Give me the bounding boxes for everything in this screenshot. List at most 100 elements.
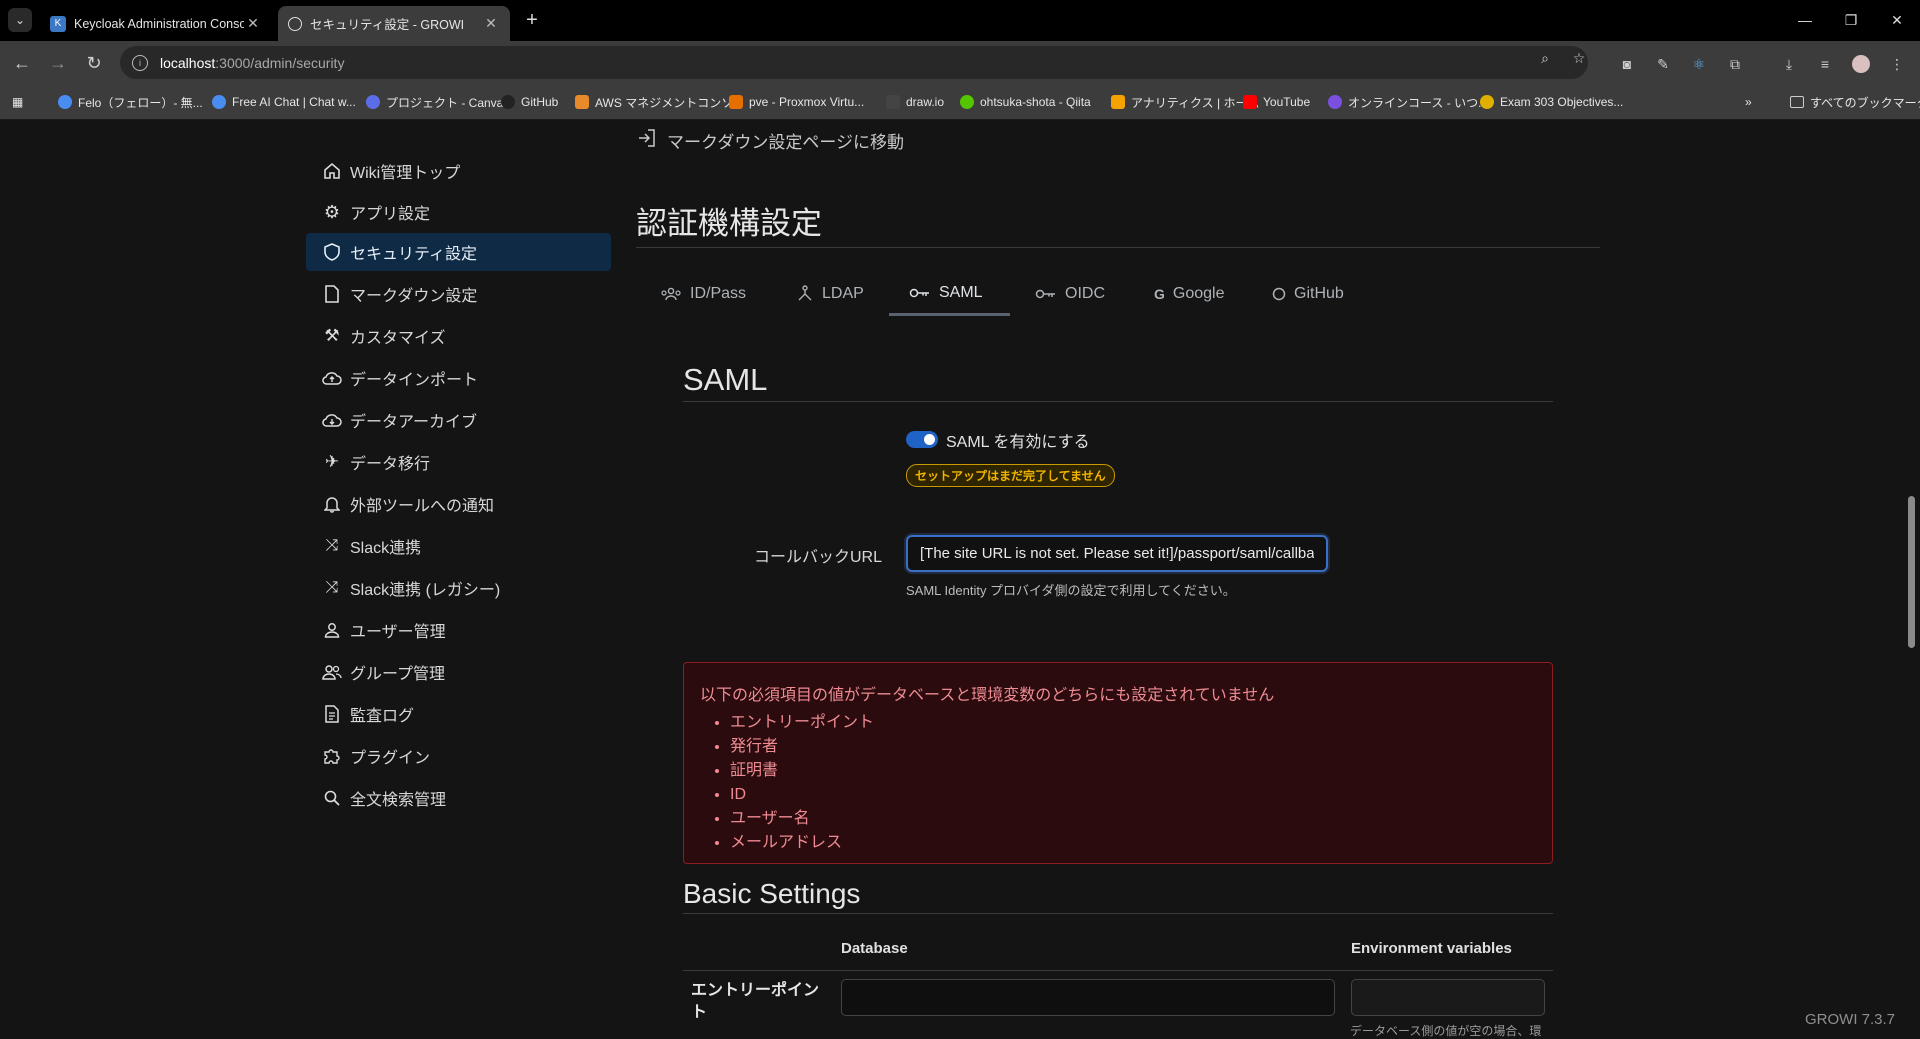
key-icon [909, 287, 931, 299]
tab-ldap[interactable]: LDAP [776, 272, 884, 316]
growi-version: GROWI 7.3.7 [1805, 1011, 1896, 1028]
bookmark-analytics[interactable]: アナリティクス | ホーム [1111, 93, 1259, 111]
callback-url-input[interactable] [906, 535, 1328, 572]
sidebar-item-data-migration[interactable]: ✈ データ移行 [306, 444, 611, 480]
tab-github[interactable]: GitHub [1252, 272, 1364, 316]
back-button[interactable]: ← [8, 49, 36, 77]
list-item: 発行者 [730, 735, 1536, 759]
sidebar-item-notification[interactable]: 外部ツールへの通知 [306, 486, 611, 522]
markdown-settings-link[interactable]: マークダウン設定ページに移動 [637, 128, 904, 152]
sidebar-item-security[interactable]: セキュリティ設定 [306, 233, 611, 271]
tab-label: GitHub [1294, 285, 1344, 302]
all-bookmarks-folder[interactable]: すべてのブックマーク [1790, 93, 1920, 111]
close-icon[interactable]: ✕ [482, 15, 500, 32]
bookmark-github[interactable]: GitHub [501, 93, 558, 111]
bookmark-qiita[interactable]: ohtsuka-shota - Qiita [960, 93, 1091, 111]
sidebar-item-customize[interactable]: ⚒ カスタマイズ [306, 318, 611, 354]
bookmark-favicon-icon [1480, 95, 1494, 109]
download-icon[interactable]: ⤓ [1779, 54, 1799, 74]
bookmark-felo[interactable]: Felo（フェロー）- 無... [58, 93, 203, 111]
tab-label: OIDC [1065, 285, 1105, 302]
entry-point-env-input [1351, 979, 1545, 1016]
tab-id-pass[interactable]: ID/Pass [640, 272, 766, 316]
entry-point-db-input[interactable] [841, 979, 1335, 1016]
bookmark-favicon-icon [1328, 95, 1342, 109]
extensions-icon[interactable]: ⧉ [1725, 54, 1745, 74]
profile-avatar[interactable] [1851, 54, 1871, 74]
missing-settings-alert: 以下の必須項目の値がデータベースと環境変数のどちらにも設定されていません エント… [683, 662, 1553, 864]
reload-button[interactable]: ↻ [80, 49, 108, 77]
eyedropper-icon[interactable]: ✎ [1653, 54, 1673, 74]
alert-message: 以下の必須項目の値がデータベースと環境変数のどちらにも設定されていません [700, 687, 1275, 704]
minimize-button[interactable]: — [1790, 8, 1820, 32]
divider [683, 913, 1553, 914]
sidebar-item-label: データアーカイブ [350, 414, 478, 431]
bookmark-exam303[interactable]: Exam 303 Objectives... [1480, 93, 1623, 111]
sidebar-item-wiki-top[interactable]: Wiki管理トップ [306, 153, 611, 189]
github-icon [1272, 287, 1286, 301]
restore-button[interactable]: ❐ [1836, 8, 1866, 32]
sidebar-item-audit-log[interactable]: 監査ログ [306, 696, 611, 732]
sidebar-item-slack-legacy[interactable]: ⤨ Slack連携 (レガシー) [306, 570, 611, 606]
list-item: ユーザー名 [730, 807, 1536, 831]
bookmark-freeaichat[interactable]: Free AI Chat | Chat w... [212, 93, 356, 111]
close-icon[interactable]: ✕ [244, 15, 262, 32]
bookmarks-overflow-icon[interactable]: » [1745, 93, 1752, 111]
divider [683, 970, 1553, 971]
entry-point-label: エントリーポイント [691, 982, 820, 1021]
react-devtools-icon[interactable]: ⚛ [1689, 54, 1709, 74]
sidebar-item-label: 外部ツールへの通知 [350, 498, 495, 515]
sidebar-item-fulltext-search[interactable]: 全文検索管理 [306, 780, 611, 816]
browser-tabstrip: ⌄ K Keycloak Administration Console ✕ セキ… [0, 0, 1920, 41]
sidebar-item-markdown[interactable]: マークダウン設定 [306, 276, 611, 312]
bookmark-star-icon[interactable]: ☆ [1570, 49, 1588, 67]
setup-incomplete-badge: セットアップはまだ完了してません [906, 464, 1115, 487]
tab-saml[interactable]: SAML [889, 272, 1010, 316]
airplane-icon: ✈ [324, 452, 340, 471]
site-info-icon[interactable]: i [132, 54, 148, 71]
env-help-text: データベース側の値が空の場合、環 [1350, 1024, 1542, 1038]
forward-button[interactable]: → [44, 49, 72, 77]
shuffle-icon: ⤨ [325, 537, 339, 554]
sidebar-item-app-settings[interactable]: ⚙ アプリ設定 [306, 194, 611, 230]
callback-url-label: コールバックURL [753, 549, 882, 566]
close-window-button[interactable]: ✕ [1882, 8, 1912, 32]
cloud-upload-icon [322, 368, 342, 388]
apps-grid-icon[interactable]: ▦ [12, 93, 23, 111]
tab-oidc[interactable]: OIDC [1015, 272, 1125, 316]
saml-enable-toggle[interactable] [906, 431, 938, 448]
keycloak-favicon-icon: K [50, 15, 66, 32]
tab-search-button[interactable]: ⌄ [8, 8, 32, 32]
bookmark-online-course[interactable]: オンラインコース - いつ... [1328, 93, 1488, 111]
sidebar-item-label: データインポート [350, 372, 479, 389]
sidebar-item-plugins[interactable]: プラグイン [306, 738, 611, 774]
callback-url-help: SAML Identity プロバイダ側の設定で利用してください。 [906, 583, 1236, 598]
page-scrollbar[interactable] [1908, 496, 1915, 648]
bookmark-canva[interactable]: プロジェクト - Canva [366, 93, 503, 111]
sidebar-item-users[interactable]: ユーザー管理 [306, 612, 611, 648]
new-tab-button[interactable]: + [520, 8, 544, 32]
sidebar-item-data-import[interactable]: データインポート [306, 360, 611, 396]
sidebar-item-slack[interactable]: ⤨ Slack連携 [306, 528, 611, 564]
browser-tab-growi[interactable]: セキュリティ設定 - GROWI ✕ [278, 6, 510, 41]
bookmark-drawio[interactable]: draw.io [886, 93, 944, 111]
sidebar-item-label: カスタマイズ [350, 330, 446, 347]
browser-menu-icon[interactable]: ⋮ [1887, 54, 1907, 74]
bookmark-proxmox[interactable]: pve - Proxmox Virtu... [729, 93, 864, 111]
sidebar-item-data-archive[interactable]: データアーカイブ [306, 402, 611, 438]
sidebar-item-label: Slack連携 [350, 540, 422, 557]
sidebar-item-label: 全文検索管理 [350, 792, 447, 809]
camera-icon[interactable]: ◙ [1617, 54, 1637, 74]
sidebar-item-groups[interactable]: グループ管理 [306, 654, 611, 690]
tools-icon: ⚒ [324, 326, 340, 345]
media-icon[interactable]: ≡ [1815, 54, 1835, 74]
browser-tab-keycloak[interactable]: K Keycloak Administration Console ✕ [40, 6, 272, 41]
address-bar[interactable]: i localhost:3000/admin/security [120, 46, 1588, 79]
bookmark-youtube[interactable]: YouTube [1243, 93, 1310, 111]
bookmark-favicon-icon [575, 95, 589, 109]
list-item: メールアドレス [730, 831, 1536, 855]
tab-google[interactable]: G Google [1134, 272, 1244, 316]
zoom-icon[interactable]: ⌕ [1536, 49, 1554, 67]
bookmark-favicon-icon [960, 95, 974, 109]
bookmark-aws[interactable]: AWS マネジメントコンソ... [575, 93, 743, 111]
